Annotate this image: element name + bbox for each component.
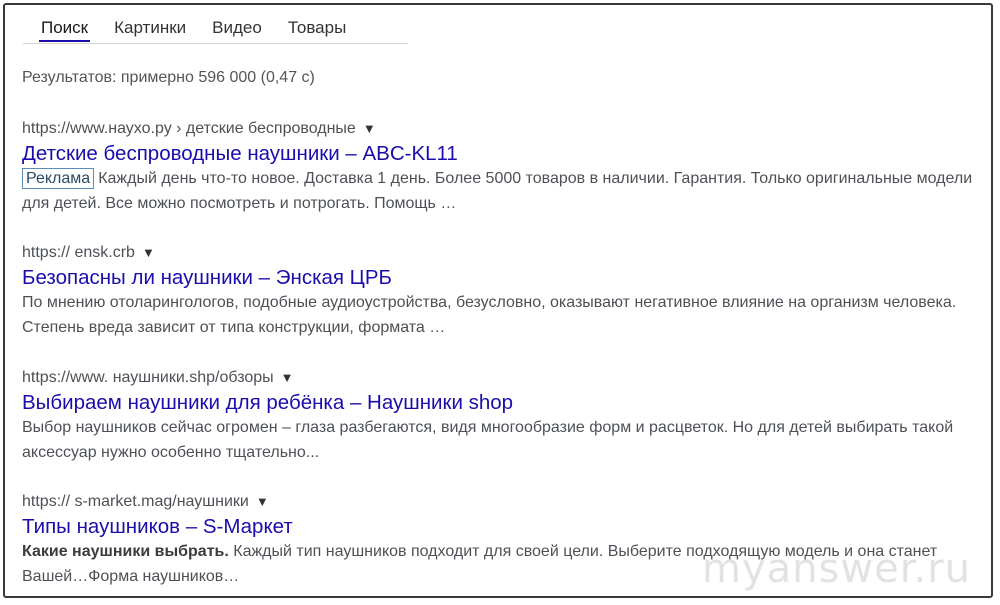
tab-images[interactable]: Картинки bbox=[112, 17, 188, 42]
result-title-link[interactable]: Типы наушников – S-Маркет bbox=[22, 513, 982, 540]
result-snippet-bold: Какие наушники выбрать. bbox=[22, 543, 229, 560]
tab-search[interactable]: Поиск bbox=[39, 17, 91, 42]
dropdown-arrow-icon[interactable]: ▼ bbox=[281, 367, 294, 389]
search-result: https:// s-market.mag/наушники ▼ Типы на… bbox=[22, 491, 982, 589]
search-result: https://www. наушники.shp/обзоры ▼ Выбир… bbox=[22, 367, 982, 465]
search-tabs: Поиск Картинки Видео Товары bbox=[23, 17, 408, 44]
result-url: https://www. наушники.shp/обзоры bbox=[22, 369, 274, 386]
result-url-line: https:// s-market.mag/наушники ▼ bbox=[22, 491, 982, 513]
result-url-line: https://www.наухо.ру › детские беспровод… bbox=[22, 118, 982, 140]
search-result-ad: https://www.наухо.ру › детские беспровод… bbox=[22, 118, 982, 216]
search-result: https:// ensk.crb ▼ Безопасны ли наушник… bbox=[22, 242, 982, 340]
ad-badge: Реклама bbox=[22, 168, 95, 189]
result-snippet-text: Каждый день что-то новое. Доставка 1 ден… bbox=[22, 170, 973, 212]
dropdown-arrow-icon[interactable]: ▼ bbox=[142, 242, 155, 264]
result-url-line: https:// ensk.crb ▼ bbox=[22, 242, 982, 264]
result-url: https:// ensk.crb bbox=[22, 244, 135, 261]
dropdown-arrow-icon[interactable]: ▼ bbox=[256, 491, 269, 513]
result-url: https://www.наухо.ру › детские беспровод… bbox=[22, 120, 356, 137]
result-url-line: https://www. наушники.shp/обзоры ▼ bbox=[22, 367, 982, 389]
result-title-link[interactable]: Безопасны ли наушники – Энская ЦРБ bbox=[22, 264, 982, 291]
result-snippet: Реклама Каждый день что-то новое. Доставк… bbox=[22, 167, 982, 216]
result-stats: Результатов: примерно 596 000 (0,47 с) bbox=[22, 69, 315, 86]
result-title-link[interactable]: Выбираем наушники для ребёнка – Наушники… bbox=[22, 389, 982, 416]
result-snippet: По мнению отоларингологов, подобные ауди… bbox=[22, 294, 957, 336]
tab-products[interactable]: Товары bbox=[286, 17, 348, 42]
result-snippet: Выбор наушников сейчас огромен – глаза р… bbox=[22, 419, 954, 461]
result-snippet: Какие наушники выбрать. Каждый тип наушн… bbox=[22, 540, 982, 589]
result-title-link[interactable]: Детские беспроводные наушники – ABC-KL11 bbox=[22, 140, 982, 167]
result-url: https:// s-market.mag/наушники bbox=[22, 493, 249, 510]
dropdown-arrow-icon[interactable]: ▼ bbox=[363, 118, 376, 140]
tab-video[interactable]: Видео bbox=[210, 17, 264, 42]
search-results-frame: Поиск Картинки Видео Товары Результатов:… bbox=[3, 3, 993, 598]
